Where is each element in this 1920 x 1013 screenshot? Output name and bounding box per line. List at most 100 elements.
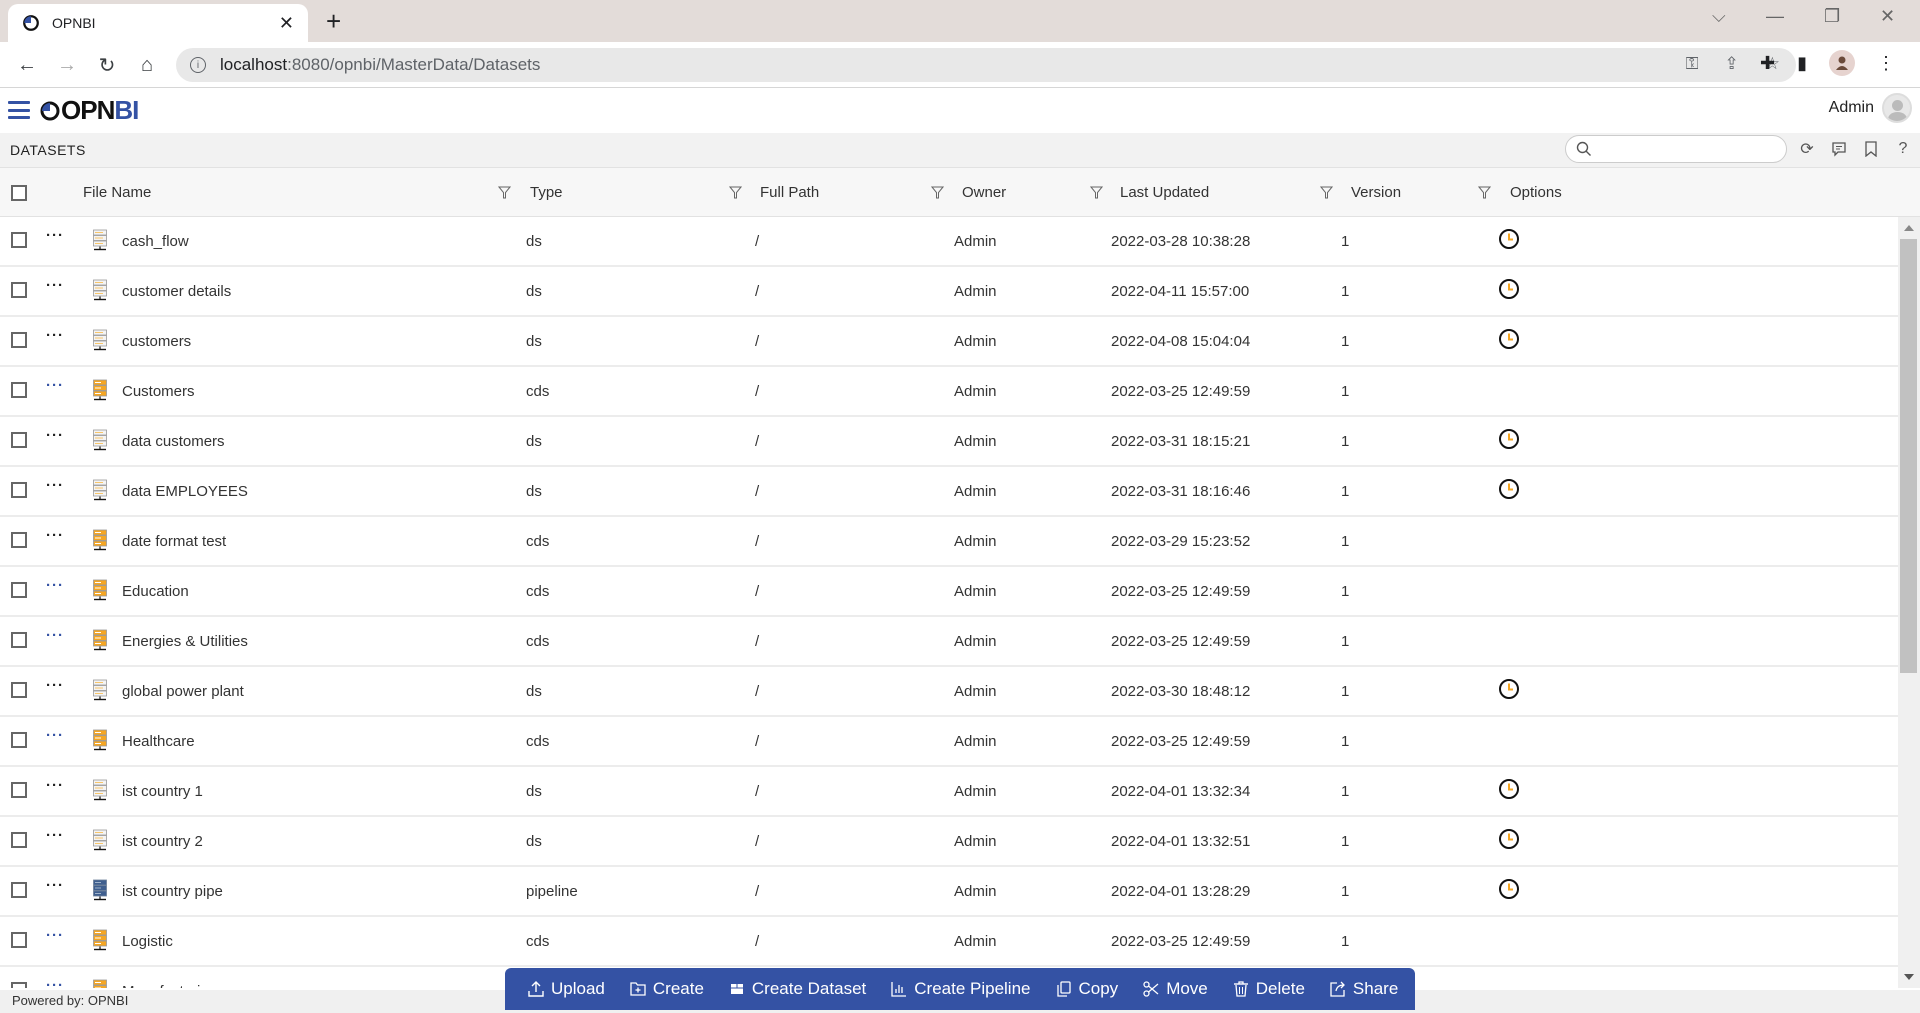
row-checkbox[interactable]: [11, 732, 27, 748]
row-checkbox[interactable]: [11, 632, 27, 648]
row-checkbox[interactable]: [11, 832, 27, 848]
schedule-clock-icon[interactable]: [1498, 278, 1520, 300]
help-icon[interactable]: ?: [1894, 139, 1912, 159]
scroll-up-icon[interactable]: [1904, 225, 1914, 231]
share-page-icon[interactable]: ⇪: [1725, 54, 1739, 74]
row-actions-ellipsis-icon[interactable]: ···: [46, 878, 66, 893]
reload-icon[interactable]: ↻: [94, 52, 120, 78]
refresh-icon[interactable]: ⟳: [1798, 139, 1816, 159]
app-logo[interactable]: OPN BI: [40, 95, 139, 126]
column-header-full-path[interactable]: Full Path: [760, 184, 819, 201]
row-actions-ellipsis-icon[interactable]: ···: [46, 578, 66, 593]
schedule-clock-icon[interactable]: [1498, 478, 1520, 500]
delete-button[interactable]: Delete: [1232, 979, 1305, 999]
file-name[interactable]: Healthcare: [122, 733, 195, 750]
tab-search-icon[interactable]: ⌵: [1712, 6, 1726, 27]
comment-icon[interactable]: [1830, 139, 1848, 159]
table-row[interactable]: ··· Logistic cds / Admin 2022-03-25 12:4…: [0, 917, 1898, 967]
file-name[interactable]: ist country pipe: [122, 883, 223, 900]
browser-menu-icon[interactable]: ⋮: [1877, 53, 1895, 74]
schedule-clock-icon[interactable]: [1498, 828, 1520, 850]
side-panel-icon[interactable]: ▮: [1797, 53, 1807, 74]
column-header-last-updated[interactable]: Last Updated: [1120, 184, 1209, 201]
table-row[interactable]: ··· Energies & Utilities cds / Admin 202…: [0, 617, 1898, 667]
column-header-version[interactable]: Version: [1351, 184, 1401, 201]
row-actions-ellipsis-icon[interactable]: ···: [46, 828, 66, 843]
filter-icon[interactable]: [1090, 186, 1103, 199]
file-name[interactable]: ist country 2: [122, 833, 203, 850]
row-actions-ellipsis-icon[interactable]: ···: [46, 228, 66, 243]
row-actions-ellipsis-icon[interactable]: ···: [46, 478, 66, 493]
table-row[interactable]: ··· Healthcare cds / Admin 2022-03-25 12…: [0, 717, 1898, 767]
file-name[interactable]: Education: [122, 583, 189, 600]
filter-icon[interactable]: [729, 186, 742, 199]
table-row[interactable]: ··· data EMPLOYEES ds / Admin 2022-03-31…: [0, 467, 1898, 517]
file-name[interactable]: ist country 1: [122, 783, 203, 800]
search-input[interactable]: [1598, 141, 1786, 157]
file-name[interactable]: data EMPLOYEES: [122, 483, 248, 500]
column-header-type[interactable]: Type: [530, 184, 563, 201]
row-actions-ellipsis-icon[interactable]: ···: [46, 628, 66, 643]
schedule-clock-icon[interactable]: [1498, 428, 1520, 450]
file-name[interactable]: Manufacturing: [122, 983, 217, 988]
tab-close-icon[interactable]: ✕: [279, 13, 294, 34]
browser-profile-icon[interactable]: [1829, 50, 1855, 76]
row-actions-ellipsis-icon[interactable]: ···: [46, 278, 66, 293]
table-row[interactable]: ··· data customers ds / Admin 2022-03-31…: [0, 417, 1898, 467]
scrollbar-thumb[interactable]: [1900, 239, 1917, 673]
forward-icon[interactable]: →: [54, 52, 80, 78]
row-checkbox[interactable]: [11, 282, 27, 298]
restore-icon[interactable]: ❐: [1824, 6, 1840, 27]
file-name[interactable]: Customers: [122, 383, 195, 400]
row-actions-ellipsis-icon[interactable]: ···: [46, 528, 66, 543]
row-actions-ellipsis-icon[interactable]: ···: [46, 978, 66, 988]
share-button[interactable]: Share: [1329, 979, 1398, 999]
move-button[interactable]: Move: [1142, 979, 1208, 999]
file-name[interactable]: data customers: [122, 433, 225, 450]
user-menu[interactable]: Admin: [1829, 93, 1912, 123]
row-checkbox[interactable]: [11, 482, 27, 498]
address-bar[interactable]: i localhost:8080/opnbi/MasterData/Datase…: [176, 48, 1796, 82]
vertical-scrollbar[interactable]: [1898, 217, 1920, 988]
column-header-owner[interactable]: Owner: [962, 184, 1006, 201]
extensions-puzzle-icon[interactable]: ✚: [1760, 53, 1775, 74]
file-name[interactable]: customer details: [122, 283, 231, 300]
table-row[interactable]: ··· date format test cds / Admin 2022-03…: [0, 517, 1898, 567]
row-checkbox[interactable]: [11, 382, 27, 398]
file-name[interactable]: Energies & Utilities: [122, 633, 248, 650]
filter-icon[interactable]: [931, 186, 944, 199]
row-checkbox[interactable]: [11, 432, 27, 448]
create-pipeline-button[interactable]: Create Pipeline: [890, 979, 1031, 999]
row-checkbox[interactable]: [11, 882, 27, 898]
window-close-icon[interactable]: ✕: [1880, 6, 1895, 27]
copy-button[interactable]: Copy: [1055, 979, 1118, 999]
row-checkbox[interactable]: [11, 682, 27, 698]
upload-button[interactable]: Upload: [527, 979, 605, 999]
row-actions-ellipsis-icon[interactable]: ···: [46, 728, 66, 743]
bookmark-icon[interactable]: [1862, 139, 1880, 159]
row-checkbox[interactable]: [11, 232, 27, 248]
row-actions-ellipsis-icon[interactable]: ···: [46, 378, 66, 393]
row-actions-ellipsis-icon[interactable]: ···: [46, 328, 66, 343]
filter-icon[interactable]: [498, 186, 511, 199]
file-name[interactable]: date format test: [122, 533, 226, 550]
column-header-file-name[interactable]: File Name: [83, 184, 151, 201]
schedule-clock-icon[interactable]: [1498, 228, 1520, 250]
table-row[interactable]: ··· ist country 2 ds / Admin 2022-04-01 …: [0, 817, 1898, 867]
back-icon[interactable]: ←: [14, 52, 40, 78]
file-name[interactable]: global power plant: [122, 683, 244, 700]
row-checkbox[interactable]: [11, 532, 27, 548]
row-checkbox[interactable]: [11, 982, 27, 988]
filter-icon[interactable]: [1478, 186, 1491, 199]
schedule-clock-icon[interactable]: [1498, 328, 1520, 350]
schedule-clock-icon[interactable]: [1498, 878, 1520, 900]
table-row[interactable]: ··· ist country pipe pipeline / Admin 20…: [0, 867, 1898, 917]
file-name[interactable]: cash_flow: [122, 233, 189, 250]
file-name[interactable]: Logistic: [122, 933, 173, 950]
row-actions-ellipsis-icon[interactable]: ···: [46, 928, 66, 943]
row-checkbox[interactable]: [11, 582, 27, 598]
password-key-icon[interactable]: ⚿: [1686, 54, 1699, 74]
row-actions-ellipsis-icon[interactable]: ···: [46, 678, 66, 693]
table-row[interactable]: ··· ist country 1 ds / Admin 2022-04-01 …: [0, 767, 1898, 817]
row-checkbox[interactable]: [11, 932, 27, 948]
